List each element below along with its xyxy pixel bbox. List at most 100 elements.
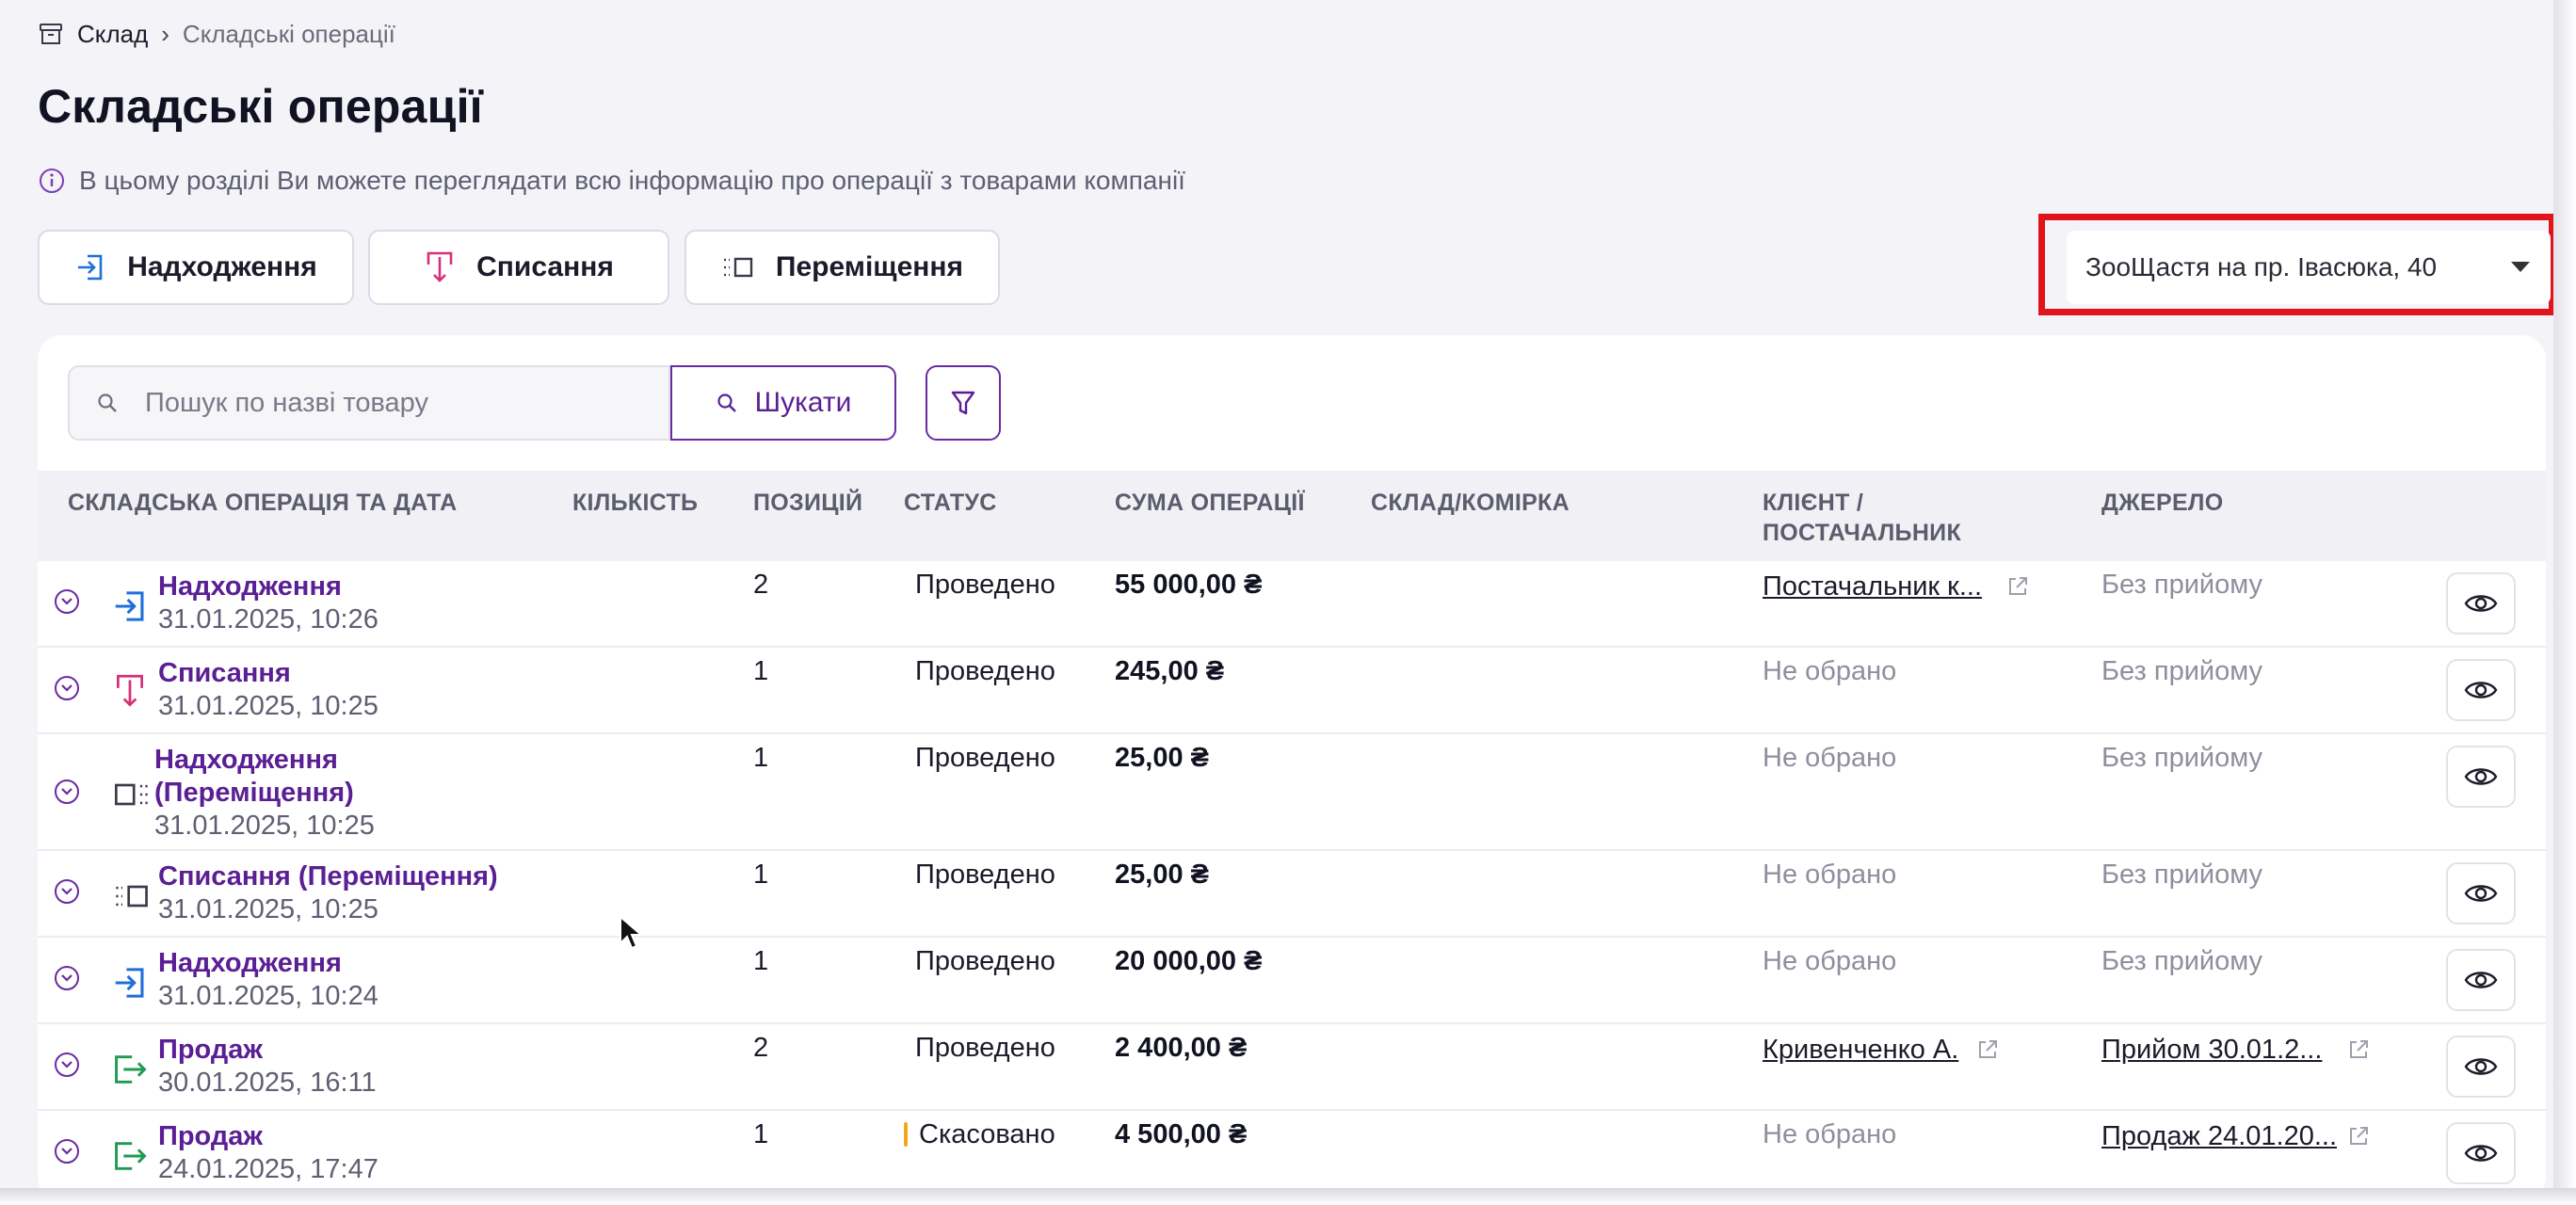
expand-row-button[interactable] [55, 966, 79, 990]
page-title: Складські операції [38, 80, 483, 133]
operation-name-link[interactable]: Надходження [158, 947, 342, 980]
status-text: Проведено [915, 1033, 1055, 1063]
income-arrow-icon [115, 968, 144, 998]
table-row[interactable]: Списання (Переміщення) 31.01.2025, 10:25… [38, 851, 2546, 938]
external-link-icon[interactable] [1975, 1037, 2000, 1062]
source-link[interactable]: Продаж 24.01.20... [2101, 1120, 2337, 1153]
breadcrumb-root-link[interactable]: Склад [77, 20, 148, 49]
column-source[interactable]: Джерело [2101, 488, 2224, 518]
column-amount[interactable]: Сума операції [1115, 488, 1305, 518]
positions-count: 1 [753, 946, 769, 976]
operation-name-link[interactable]: Списання [158, 657, 291, 690]
client-link[interactable]: Кривенченко А. [1763, 1034, 1958, 1067]
window-shadow-bottom [0, 1188, 2576, 1205]
expand-row-button[interactable] [55, 589, 79, 614]
source-link[interactable]: Прийом 30.01.2... [2101, 1034, 2322, 1067]
client-text: Не обрано [1763, 860, 1897, 890]
external-link-icon[interactable] [2346, 1124, 2371, 1149]
filter-button[interactable] [926, 365, 1001, 441]
status-text: Проведено [915, 946, 1055, 976]
writeoff-button[interactable]: Списання [368, 230, 669, 305]
view-button[interactable] [2446, 1122, 2516, 1184]
move-icon [723, 257, 753, 278]
eye-icon [2464, 885, 2498, 902]
operation-date: 31.01.2025, 10:25 [158, 691, 378, 721]
chevron-down-icon [61, 1148, 72, 1155]
move-in-icon [115, 783, 148, 806]
operation-amount: 4 500,00 ₴ [1115, 1119, 1248, 1149]
status-text: Проведено [915, 743, 1055, 773]
column-operation[interactable]: Складська операція та дата [68, 488, 458, 518]
operation-name-link[interactable]: Списання (Переміщення) [158, 860, 498, 893]
operation-date: 31.01.2025, 10:26 [158, 604, 378, 635]
external-link-icon[interactable] [2005, 574, 2030, 599]
warehouse-select[interactable]: ЗооЩастя на пр. Івасюка, 40 [2067, 231, 2551, 304]
external-link-icon[interactable] [2346, 1037, 2371, 1062]
warehouse-select-value: ЗооЩастя на пр. Івасюка, 40 [2085, 252, 2438, 281]
table-row[interactable]: Продаж 24.01.2025, 17:47 1 Скасовано 4 5… [38, 1111, 2546, 1188]
column-warehouse[interactable]: Склад/Комірка [1371, 488, 1570, 518]
operation-name-link[interactable]: Продаж [158, 1034, 263, 1067]
eye-icon [2464, 1145, 2498, 1162]
eye-icon [2464, 972, 2498, 988]
table-row[interactable]: Надходження (Переміщення) 31.01.2025, 10… [38, 734, 2546, 851]
window-shadow-right [2553, 0, 2576, 1205]
operation-amount: 25,00 ₴ [1115, 743, 1209, 773]
column-client[interactable]: Клієнт / Постачальник [1763, 488, 1961, 548]
table-row[interactable]: Надходження 31.01.2025, 10:26 2 Проведен… [38, 561, 2546, 648]
move-button-label: Переміщення [775, 251, 964, 282]
column-client-line2: Постачальник [1763, 520, 1962, 546]
operation-amount: 20 000,00 ₴ [1115, 946, 1263, 976]
operation-name-line2: (Переміщення) [154, 778, 354, 808]
operation-amount: 55 000,00 ₴ [1115, 570, 1263, 600]
column-positions[interactable]: Позицій [753, 488, 862, 518]
column-status[interactable]: Статус [904, 488, 997, 518]
expand-row-button[interactable] [55, 879, 79, 904]
positions-count: 2 [753, 1033, 769, 1063]
breadcrumb-current: Складські операції [182, 19, 395, 48]
search-icon [98, 394, 117, 412]
view-button[interactable] [2446, 862, 2516, 924]
status-text: Проведено [915, 860, 1055, 890]
search-field[interactable] [68, 365, 670, 441]
source-text: Без прийому [2101, 946, 2262, 976]
positions-count: 1 [753, 860, 769, 890]
client-text: Не обрано [1763, 656, 1897, 686]
table-row[interactable]: Списання 31.01.2025, 10:25 1 Проведено 2… [38, 648, 2546, 734]
status-cancel-marker [904, 1122, 908, 1147]
source-text: Без прийому [2101, 656, 2262, 686]
eye-icon [2464, 1058, 2498, 1075]
client-text: Не обрано [1763, 1119, 1897, 1149]
column-quantity[interactable]: Кількість [572, 488, 698, 518]
expand-row-button[interactable] [55, 1052, 79, 1077]
operation-date: 30.01.2025, 16:11 [158, 1068, 377, 1098]
table-row[interactable]: Продаж 30.01.2025, 16:11 2 Проведено 2 4… [38, 1024, 2546, 1111]
operation-name-link[interactable]: Продаж [158, 1120, 263, 1153]
positions-count: 2 [753, 570, 769, 600]
move-button[interactable]: Переміщення [684, 230, 1000, 305]
income-arrow-icon [78, 254, 103, 281]
sale-exit-icon [115, 1142, 147, 1170]
status-text: Скасовано [919, 1119, 1055, 1149]
operation-amount: 25,00 ₴ [1115, 860, 1209, 890]
view-button[interactable] [2446, 949, 2516, 1011]
writeoff-arrow-icon [117, 674, 143, 707]
view-button[interactable] [2446, 572, 2516, 635]
client-link[interactable]: Постачальник к... [1763, 570, 1982, 603]
chevron-right-icon: › [161, 19, 169, 48]
search-button-label: Шукати [754, 387, 852, 418]
operation-name-link[interactable]: Надходження [158, 570, 342, 603]
view-button[interactable] [2446, 659, 2516, 721]
operation-name-link[interactable]: Надходження (Переміщення) [154, 744, 354, 810]
search-input[interactable] [145, 387, 616, 419]
view-button[interactable] [2446, 1036, 2516, 1098]
expand-row-button[interactable] [55, 676, 79, 700]
expand-row-button[interactable] [55, 779, 79, 804]
income-button-label: Надходження [127, 251, 317, 282]
move-out-icon [116, 885, 148, 908]
view-button[interactable] [2446, 746, 2516, 808]
table-row[interactable]: Надходження 31.01.2025, 10:24 1 Проведен… [38, 938, 2546, 1024]
expand-row-button[interactable] [55, 1139, 79, 1164]
income-button[interactable]: Надходження [38, 230, 354, 305]
search-button[interactable]: Шукати [670, 365, 896, 441]
